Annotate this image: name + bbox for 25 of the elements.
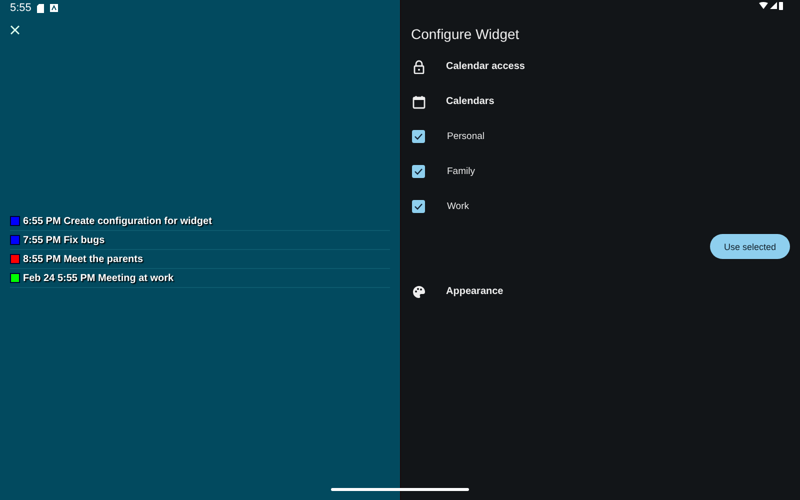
- checkbox[interactable]: [412, 165, 425, 178]
- wifi-icon: [759, 2, 768, 9]
- event-text: 7:55 PM Fix bugs: [23, 234, 105, 246]
- signal-icon: [770, 2, 777, 9]
- checkbox[interactable]: [412, 200, 425, 213]
- section-title[interactable]: Appearance: [446, 286, 504, 297]
- event-text: 8:55 PM Meet the parents: [23, 254, 144, 264]
- sim-card-icon: [37, 4, 44, 12]
- palette-icon: [412, 284, 426, 298]
- checkbox[interactable]: [412, 130, 425, 143]
- event-text: 6:55 PM Create configuration for widget: [23, 216, 212, 226]
- event-text: Feb 24 5:55 PM Meeting at work: [23, 272, 174, 284]
- section-title[interactable]: Calendar access: [446, 61, 525, 72]
- calendar-icon: [412, 94, 426, 108]
- close-icon[interactable]: [10, 25, 20, 35]
- page-title: Configure Widget: [411, 26, 520, 44]
- section-title[interactable]: Calendars: [446, 96, 494, 107]
- status-time: 5:55: [10, 2, 32, 14]
- calendar-name: Family: [447, 166, 475, 177]
- notification-icon: [50, 4, 58, 12]
- use-selected-button[interactable]: Use selected: [710, 234, 790, 259]
- battery-icon: [779, 2, 783, 10]
- calendar-name: Personal: [447, 131, 484, 142]
- lock-icon: [412, 60, 426, 74]
- calendar-name: Work: [447, 201, 469, 212]
